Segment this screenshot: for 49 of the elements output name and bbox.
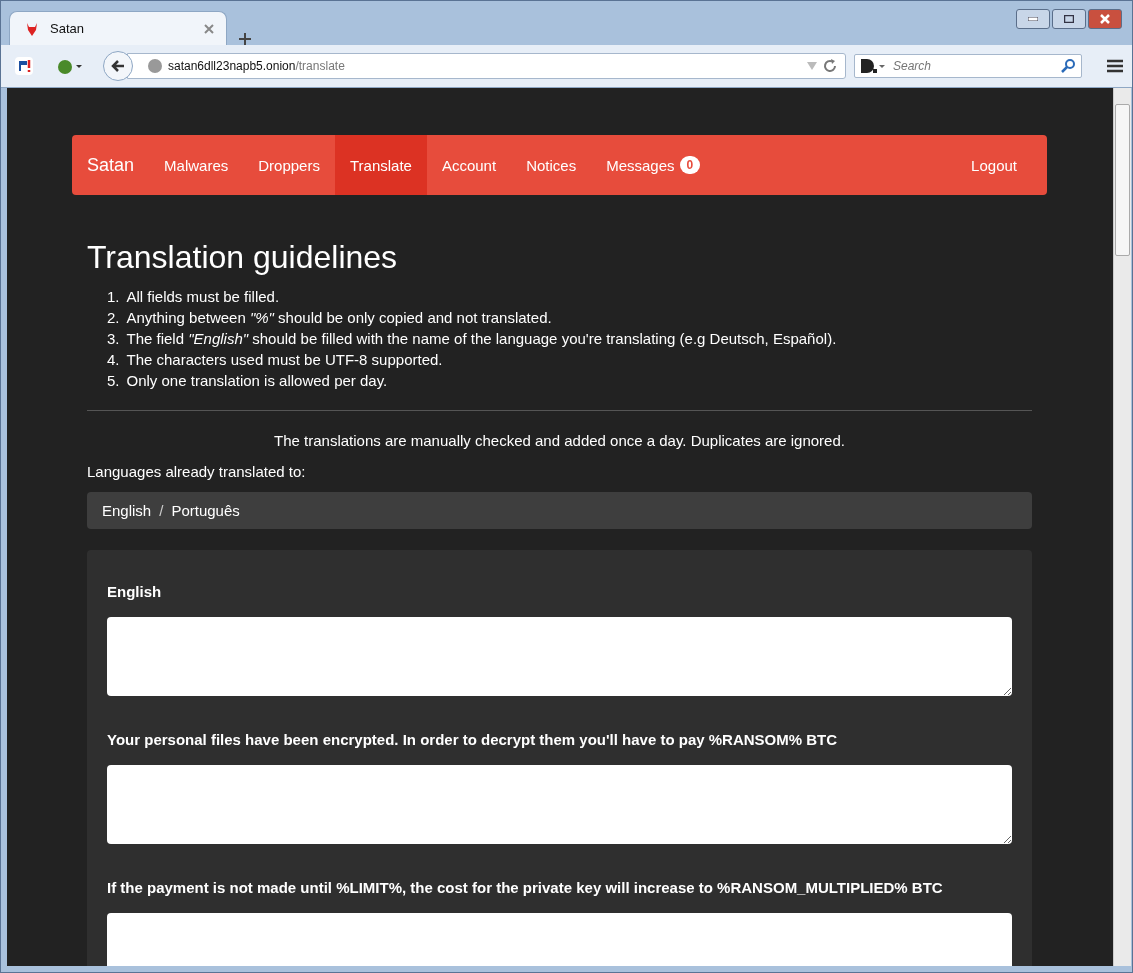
nav-link[interactable]: Account [426,135,512,195]
nav-link[interactable]: Droppers [243,135,335,195]
close-icon [204,23,214,34]
minimize-button[interactable] [1016,9,1050,29]
search-engine-icon [861,59,885,73]
field-label: English [107,583,163,600]
back-button[interactable] [103,51,133,81]
list-number: 5. [107,372,120,389]
search-icon [1061,59,1075,73]
page-heading: Translation guidelines [87,239,399,276]
guideline-text: All fields must be filled. [126,288,280,305]
maximize-icon [1064,15,1074,23]
extension-icon [15,57,33,75]
brand-link[interactable]: Satan [87,135,150,195]
reload-icon [823,59,837,73]
dropdown-icon [807,62,817,70]
separator: / [159,502,164,519]
scrollbar[interactable] [1113,88,1131,966]
close-button[interactable] [1088,9,1122,29]
list-number: 2. [107,309,120,326]
nav-link[interactable]: Malwares [149,135,244,195]
guideline-text: Anything between "%" should be only copied and not translated. [126,309,552,326]
field-label: Your personal files have been encrypted. In order to decrypt them you'll have to pay %RANSOM% BTC [107,731,839,748]
back-arrow-icon [110,58,126,74]
languages-label: Languages already translated to: [87,463,307,480]
list-number: 1. [107,288,120,305]
nav-link[interactable]: Translate [334,135,427,195]
list-number: 4. [107,351,120,368]
close-icon [1100,14,1110,24]
message-count-badge: 0 [679,156,701,174]
browser-tab[interactable]: Satan [9,11,227,45]
field-label: If the payment is not made until %LIMIT%, the cost for the private key will increase to %RANSOM_MULTIPLIED% BTC [107,879,944,896]
new-tab-icon [239,33,251,45]
nav-link[interactable]: Messages 0 [591,135,716,195]
address-bar[interactable]: satan6dll23napb5.onion/translate [127,53,846,79]
tab-title: Satan [50,21,85,36]
list-number: 3. [107,330,120,347]
nav-link[interactable]: Notices [511,135,592,195]
maximize-button[interactable] [1052,9,1086,29]
search-bar[interactable]: Search [854,54,1082,78]
minimize-icon [1028,17,1038,21]
guideline-text: Only one translation is allowed per day. [126,372,388,389]
logout-link[interactable]: Logout [956,135,1032,195]
menu-icon [1106,58,1124,74]
language-item: English [102,502,152,519]
notice-text: The translations are manually checked and added once a day. Duplicates are ignored. [273,432,846,449]
guideline-text: The characters used must be UTF-8 supported. [126,351,443,368]
guideline-text: The field "English" should be filled with the name of the language you're translating (e.g Deutsch, Español). [126,330,837,347]
language-item: Português [171,502,240,519]
